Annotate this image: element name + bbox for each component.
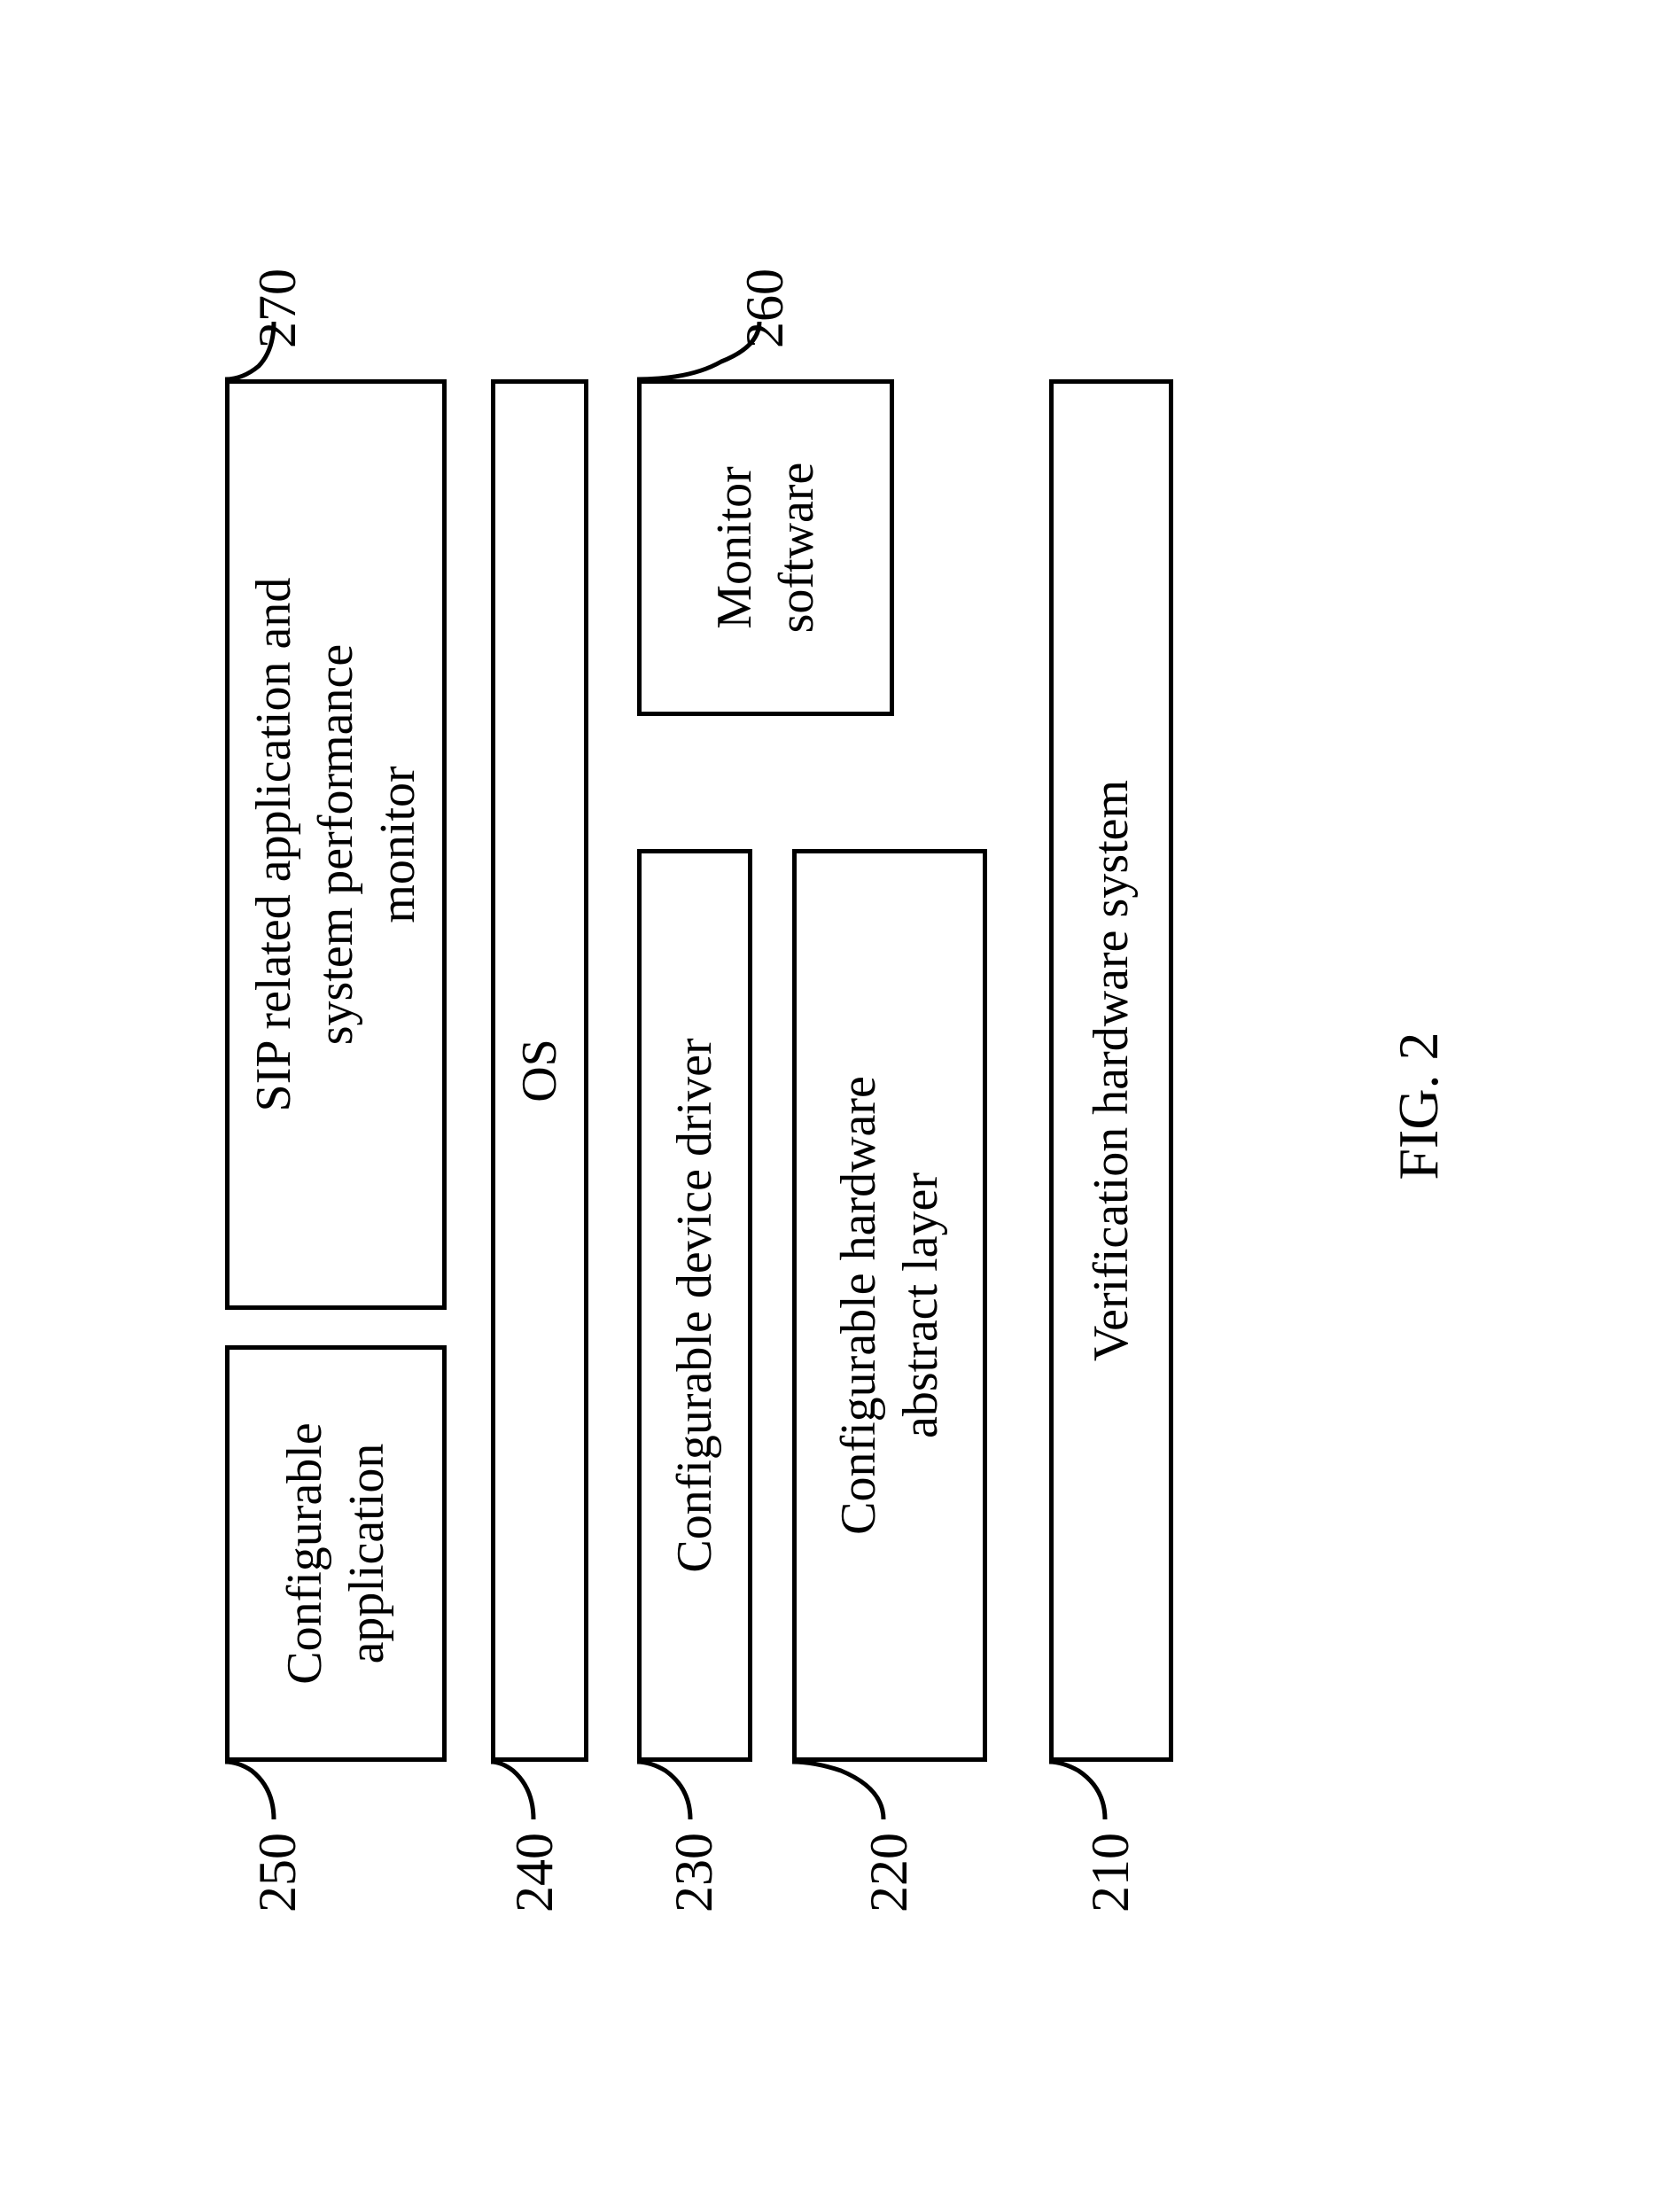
box-monitor-software: Monitor software: [637, 379, 894, 716]
label-250: 250: [247, 1833, 308, 1912]
leader-240: [491, 1757, 544, 1819]
leader-210: [1049, 1757, 1111, 1819]
leader-260: [637, 322, 770, 384]
box-os: OS: [491, 379, 588, 1762]
figure-caption: FIG. 2: [1386, 1032, 1451, 1180]
leader-220: [792, 1757, 890, 1819]
architecture-diagram: Configurable application SIP related app…: [172, 175, 1501, 2037]
leader-230: [637, 1757, 699, 1819]
box-hw-abstract: Configurable hardware abstract layer: [792, 849, 987, 1762]
label-220: 220: [859, 1833, 920, 1912]
label-240: 240: [504, 1833, 565, 1912]
label-210: 210: [1080, 1833, 1141, 1912]
box-configurable-application: Configurable application: [225, 1345, 447, 1762]
box-verification-hw: Verification hardware system: [1049, 379, 1173, 1762]
box-sip-monitor: SIP related application and system perfo…: [225, 379, 447, 1310]
box-device-driver: Configurable device driver: [637, 849, 752, 1762]
leader-250: [225, 1757, 287, 1819]
label-230: 230: [664, 1833, 725, 1912]
leader-270: [225, 322, 287, 384]
